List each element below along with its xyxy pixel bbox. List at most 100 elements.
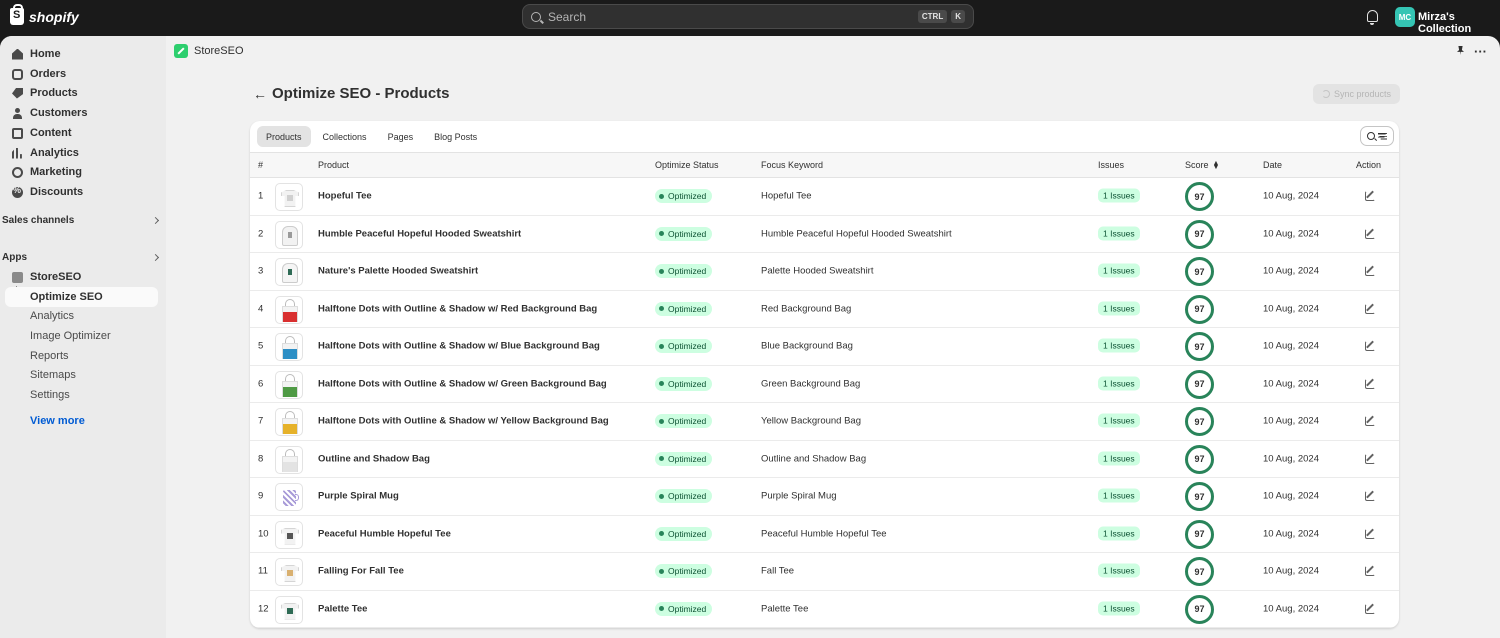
product-thumbnail[interactable] <box>275 370 303 399</box>
table-row[interactable]: 8 Outline and Shadow Bag Optimized Outli… <box>250 441 1399 478</box>
product-name[interactable]: Halftone Dots with Outline & Shadow w/ Y… <box>318 416 609 427</box>
product-name[interactable]: Palette Tee <box>318 603 367 614</box>
sidebar-sub-image-optimizer[interactable]: Image Optimizer <box>5 326 158 346</box>
sidebar-item-orders[interactable]: Orders <box>5 64 158 84</box>
status-badge: Optimized <box>655 264 713 279</box>
sidebar-item-products[interactable]: Products <box>5 83 158 103</box>
search-filter-button[interactable] <box>1360 126 1394 146</box>
product-name[interactable]: Falling For Fall Tee <box>318 566 404 577</box>
product-thumbnail[interactable] <box>275 295 303 324</box>
sidebar-item-discounts[interactable]: Discounts <box>5 182 158 202</box>
pin-icon[interactable] <box>1457 46 1464 55</box>
col-score[interactable]: Score ▲ ▼ <box>1185 160 1219 171</box>
product-thumbnail[interactable] <box>275 595 303 624</box>
sidebar-item-marketing[interactable]: Marketing <box>5 162 158 182</box>
product-thumbnail[interactable] <box>275 558 303 586</box>
sidebar-sub-optimize-seo[interactable]: Optimize SEO <box>5 287 158 307</box>
status-dot-icon <box>659 568 664 574</box>
sales-channels-header[interactable]: Sales channels <box>2 215 160 226</box>
sidebar-sub-sitemaps[interactable]: Sitemaps <box>5 365 158 385</box>
product-name[interactable]: Nature's Palette Hooded Sweatshirt <box>318 266 478 277</box>
status-badge: Optimized <box>655 526 713 541</box>
sidebar-sub-reports[interactable]: Reports <box>5 346 158 366</box>
apps-header[interactable]: Apps <box>2 252 160 263</box>
sync-products-button[interactable]: Sync products <box>1313 84 1400 104</box>
product-thumbnail[interactable] <box>275 258 303 286</box>
edit-icon[interactable] <box>1365 228 1375 239</box>
focus-keyword: Hopeful Tee <box>761 190 812 202</box>
product-thumbnail[interactable] <box>275 520 303 549</box>
shortcut-ctrl: CTRL <box>917 10 948 23</box>
product-name[interactable]: Outline and Shadow Bag <box>318 453 430 464</box>
edit-icon[interactable] <box>1365 340 1375 351</box>
status-dot-icon <box>659 231 664 237</box>
date-cell: 10 Aug, 2024 <box>1263 303 1319 315</box>
edit-icon[interactable] <box>1365 190 1375 201</box>
sidebar-item-analytics[interactable]: Analytics <box>5 143 158 163</box>
edit-icon[interactable] <box>1365 378 1375 389</box>
product-name[interactable]: Halftone Dots with Outline & Shadow w/ R… <box>318 303 597 314</box>
tab-blog-posts[interactable]: Blog Posts <box>425 126 486 147</box>
edit-icon[interactable] <box>1365 415 1375 426</box>
product-name[interactable]: Halftone Dots with Outline & Shadow w/ B… <box>318 341 600 352</box>
more-options-icon[interactable]: ··· <box>1474 44 1487 59</box>
back-arrow-icon[interactable]: ← <box>253 86 267 102</box>
product-thumbnail[interactable] <box>275 183 303 211</box>
table-row[interactable]: 12 Palette Tee Optimized Palette Tee 1 I… <box>250 591 1399 628</box>
product-thumbnail[interactable] <box>275 408 303 436</box>
table-row[interactable]: 3 Nature's Palette Hooded Sweatshirt Opt… <box>250 253 1399 291</box>
product-name[interactable]: Humble Peaceful Hopeful Hooded Sweatshir… <box>318 228 521 239</box>
store-name[interactable]: Mirza's Collection <box>1418 11 1500 35</box>
status-badge: Optimized <box>655 564 713 579</box>
status-dot-icon <box>659 268 664 274</box>
table-row[interactable]: 11 Falling For Fall Tee Optimized Fall T… <box>250 553 1399 591</box>
sidebar-item-home[interactable]: Home <box>5 44 158 64</box>
score-ring: 97 <box>1185 257 1214 286</box>
bell-icon[interactable] <box>1367 10 1378 25</box>
table-row[interactable]: 5 Halftone Dots with Outline & Shadow w/… <box>250 328 1399 366</box>
product-thumbnail[interactable] <box>275 445 303 474</box>
shopify-logo[interactable]: shopify <box>10 4 79 25</box>
edit-icon[interactable] <box>1365 265 1375 276</box>
edit-icon[interactable] <box>1365 528 1375 539</box>
edit-icon[interactable] <box>1365 453 1375 464</box>
row-number: 5 <box>258 340 264 352</box>
product-thumbnail[interactable] <box>275 483 303 511</box>
tab-collections[interactable]: Collections <box>314 126 376 147</box>
issues-cell: 1 Issues <box>1098 488 1140 503</box>
product-name[interactable]: Peaceful Humble Hopeful Tee <box>318 528 451 539</box>
sidebar-sub-settings[interactable]: Settings <box>5 385 158 405</box>
table-row[interactable]: 2 Humble Peaceful Hopeful Hooded Sweatsh… <box>250 216 1399 253</box>
edit-icon[interactable] <box>1365 565 1375 576</box>
sidebar-sub-analytics[interactable]: Analytics <box>5 306 158 326</box>
date-cell: 10 Aug, 2024 <box>1263 565 1319 577</box>
table-row[interactable]: 6 Halftone Dots with Outline & Shadow w/… <box>250 366 1399 403</box>
issues-cell: 1 Issues <box>1098 263 1140 278</box>
product-name[interactable]: Purple Spiral Mug <box>318 491 399 502</box>
status-badge: Optimized <box>655 301 713 316</box>
tab-products[interactable]: Products <box>257 126 311 147</box>
edit-icon[interactable] <box>1365 603 1375 614</box>
table-row[interactable]: 7 Halftone Dots with Outline & Shadow w/… <box>250 403 1399 441</box>
table-row[interactable]: 10 Peaceful Humble Hopeful Tee Optimized… <box>250 516 1399 553</box>
product-thumbnail[interactable] <box>275 333 303 361</box>
brand-text: shopify <box>29 8 79 25</box>
score-ring: 97 <box>1185 332 1214 361</box>
edit-icon[interactable] <box>1365 303 1375 314</box>
sidebar-item-content[interactable]: Content <box>5 123 158 143</box>
global-search[interactable]: Search CTRL K <box>522 4 974 29</box>
sidebar-item-storeseo[interactable]: StoreSEO <box>5 267 158 287</box>
tab-pages[interactable]: Pages <box>379 126 423 147</box>
table-row[interactable]: 1 Hopeful Tee Optimized Hopeful Tee 1 Is… <box>250 178 1399 216</box>
product-name[interactable]: Hopeful Tee <box>318 191 372 202</box>
view-more-link[interactable]: View more <box>30 415 85 427</box>
product-name[interactable]: Halftone Dots with Outline & Shadow w/ G… <box>318 378 607 389</box>
sidebar-item-customers[interactable]: Customers <box>5 103 158 123</box>
date-cell: 10 Aug, 2024 <box>1263 603 1319 615</box>
product-thumbnail[interactable] <box>275 220 303 249</box>
table-row[interactable]: 4 Halftone Dots with Outline & Shadow w/… <box>250 291 1399 328</box>
table-row[interactable]: 9 Purple Spiral Mug Optimized Purple Spi… <box>250 478 1399 516</box>
edit-icon[interactable] <box>1365 490 1375 501</box>
avatar[interactable]: MC <box>1395 7 1415 27</box>
optimize-status: Optimized <box>655 414 713 429</box>
